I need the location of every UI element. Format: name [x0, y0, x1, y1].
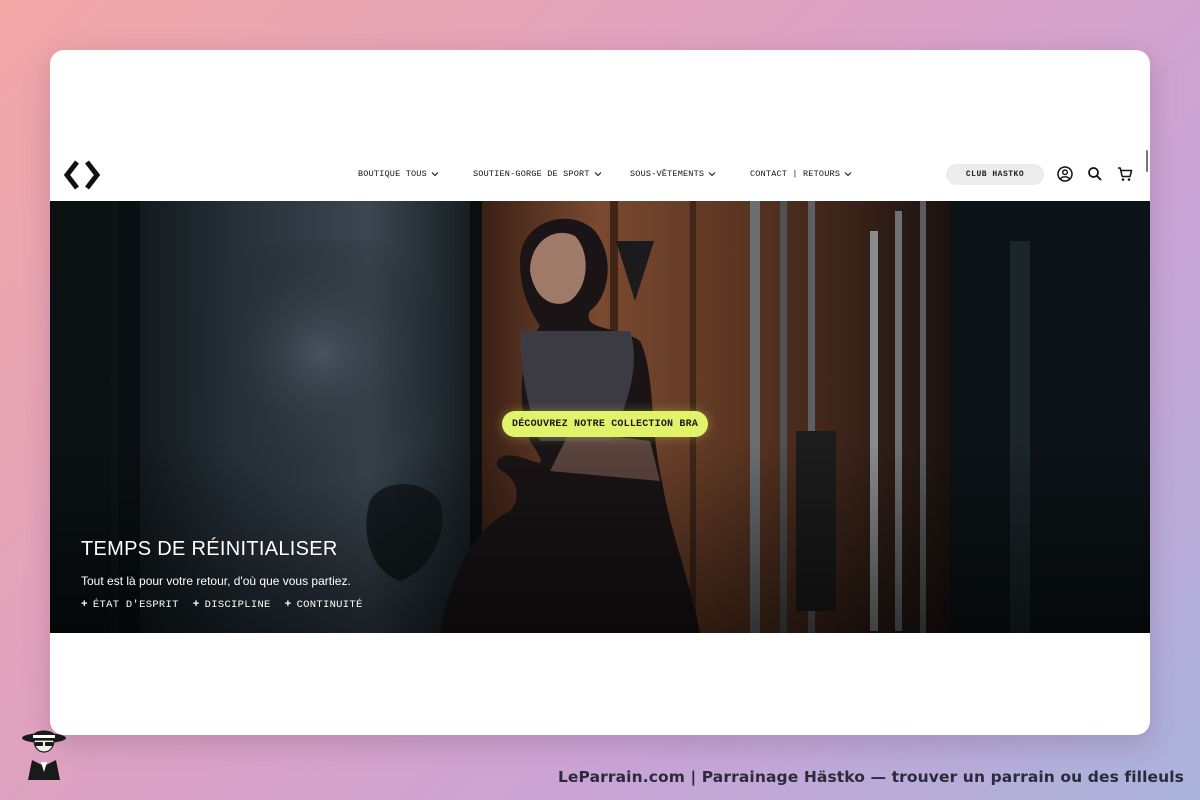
search-icon[interactable] [1086, 165, 1104, 183]
hero-tags: + ÉTAT D'ESPRIT + DISCIPLINE + CONTINUIT… [81, 599, 363, 611]
scrollbar-thumb[interactable] [1146, 150, 1148, 172]
club-hastko-button[interactable]: CLUB HASTKO [946, 164, 1044, 185]
tag-etat-esprit[interactable]: + ÉTAT D'ESPRIT [81, 599, 179, 611]
main-nav: BOUTIQUE TOUS SOUTIEN-GORGE DE SPORT SOU… [358, 169, 870, 179]
mascot-icon [22, 730, 66, 780]
nav-label: BOUTIQUE TOUS [358, 169, 427, 179]
hero-subtitle: Tout est là pour votre retour, d'où que … [81, 574, 351, 588]
chevron-down-icon [594, 172, 601, 177]
tag-discipline[interactable]: + DISCIPLINE [193, 599, 271, 611]
discover-collection-button[interactable]: DÉCOUVREZ NOTRE COLLECTION BRA [502, 411, 709, 437]
nav-soutien-gorge[interactable]: SOUTIEN-GORGE DE SPORT [473, 169, 630, 179]
chevron-down-icon [431, 172, 439, 177]
nav-boutique-tous[interactable]: BOUTIQUE TOUS [358, 169, 473, 179]
plus-icon: + [81, 599, 88, 611]
site-header: BOUTIQUE TOUS SOUTIEN-GORGE DE SPORT SOU… [50, 160, 1150, 202]
chevron-down-icon [708, 172, 716, 177]
footer-caption: LeParrain.com | Parrainage Hästko — trou… [557, 768, 1184, 786]
hero-banner: DÉCOUVREZ NOTRE COLLECTION BRA TEMPS DE … [50, 201, 1150, 633]
cart-icon[interactable] [1116, 165, 1134, 183]
hero-title: TEMPS DE RÉINITIALISER [81, 538, 338, 560]
chevron-down-icon [844, 172, 852, 177]
browser-window: BOUTIQUE TOUS SOUTIEN-GORGE DE SPORT SOU… [50, 50, 1150, 735]
logo-icon[interactable] [64, 160, 100, 190]
nav-sous-vetements[interactable]: SOUS-VÊTEMENTS [630, 169, 750, 179]
nav-contact-retours[interactable]: CONTACT | RETOURS [750, 169, 870, 179]
tag-label: ÉTAT D'ESPRIT [92, 599, 179, 611]
account-icon[interactable] [1056, 165, 1074, 183]
plus-icon: + [192, 599, 200, 611]
plus-icon: + [284, 599, 292, 611]
nav-label: CONTACT | RETOURS [750, 169, 841, 179]
tag-continuite[interactable]: + CONTINUITÉ [285, 599, 363, 611]
nav-label: SOUS-VÊTEMENTS [630, 169, 705, 179]
tag-label: CONTINUITÉ [296, 599, 363, 611]
nav-label: SOUTIEN-GORGE DE SPORT [473, 169, 590, 179]
tag-label: DISCIPLINE [204, 599, 271, 611]
